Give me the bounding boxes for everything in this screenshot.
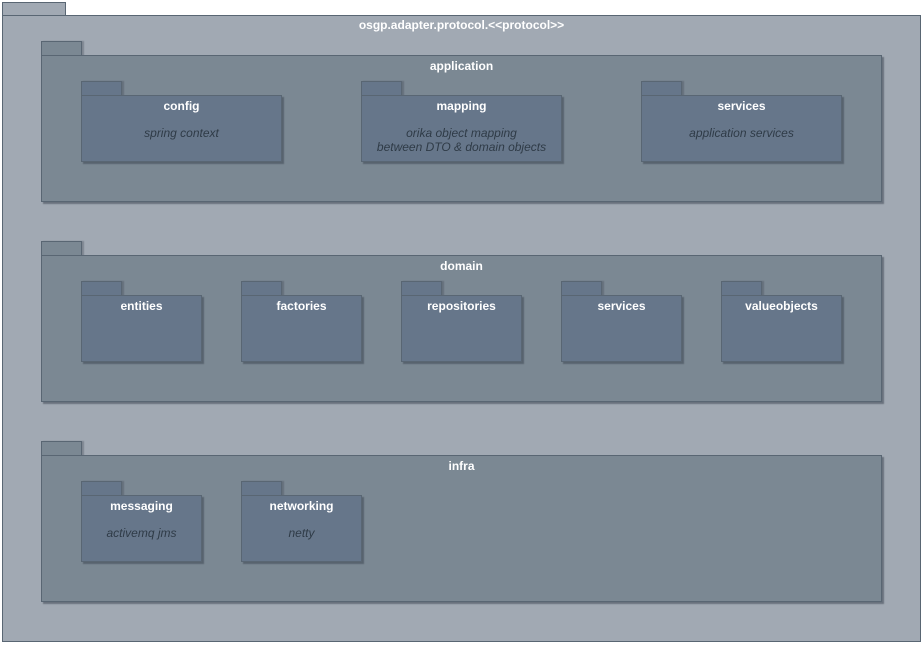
repositories-package: repositories [401, 281, 524, 363]
factories-package-title: factories [276, 299, 327, 313]
mapping-package: mapping orika object mapping between DTO… [361, 81, 564, 163]
domain-services-package: services [561, 281, 684, 363]
domain-package-title: domain [440, 259, 483, 273]
domain-package-tab [41, 241, 82, 256]
domain-services-package-body: services [561, 295, 682, 362]
config-package: config spring context [81, 81, 284, 163]
root-package-title: osgp.adapter.protocol.<<protocol>> [358, 18, 565, 32]
mapping-package-body: mapping orika object mapping between DTO… [361, 95, 562, 162]
app-services-package-desc: application services [689, 126, 794, 140]
infra-package-title: infra [448, 459, 475, 473]
application-package-tab [41, 41, 82, 56]
mapping-package-tab [361, 81, 402, 96]
application-package-title: application [429, 59, 494, 73]
messaging-package-tab [81, 481, 122, 496]
messaging-package-desc: activemq jms [106, 526, 177, 540]
messaging-package: messaging activemq jms [81, 481, 204, 563]
config-package-body: config spring context [81, 95, 282, 162]
config-package-title: config [163, 99, 200, 113]
valueobjects-package-title: valueobjects [745, 299, 818, 313]
config-package-tab [81, 81, 122, 96]
infra-package-tab [41, 441, 82, 456]
repositories-package-tab [401, 281, 442, 296]
entities-package-body: entities [81, 295, 202, 362]
repositories-package-title: repositories [427, 299, 496, 313]
mapping-package-desc-line2: between DTO & domain objects [376, 140, 547, 154]
networking-package-body: networking netty [241, 495, 362, 562]
networking-package-desc: netty [288, 526, 315, 540]
messaging-package-title: messaging [110, 499, 173, 513]
entities-package: entities [81, 281, 204, 363]
domain-services-package-tab [561, 281, 602, 296]
entities-package-title: entities [120, 299, 163, 313]
networking-package-title: networking [269, 499, 334, 513]
factories-package-body: factories [241, 295, 362, 362]
repositories-package-body: repositories [401, 295, 522, 362]
app-services-package-title: services [717, 99, 766, 113]
valueobjects-package-body: valueobjects [721, 295, 842, 362]
mapping-package-title: mapping [436, 99, 487, 113]
mapping-package-desc-line1: orika object mapping [406, 126, 517, 140]
entities-package-tab [81, 281, 122, 296]
domain-services-package-title: services [597, 299, 646, 313]
valueobjects-package-tab [721, 281, 762, 296]
factories-package-tab [241, 281, 282, 296]
networking-package-tab [241, 481, 282, 496]
app-services-package-body: services application services [641, 95, 842, 162]
valueobjects-package: valueobjects [721, 281, 844, 363]
messaging-package-body: messaging activemq jms [81, 495, 202, 562]
config-package-desc: spring context [144, 126, 219, 140]
networking-package: networking netty [241, 481, 364, 563]
root-package-tab [2, 2, 66, 16]
app-services-package-tab [641, 81, 682, 96]
factories-package: factories [241, 281, 364, 363]
app-services-package: services application services [641, 81, 844, 163]
